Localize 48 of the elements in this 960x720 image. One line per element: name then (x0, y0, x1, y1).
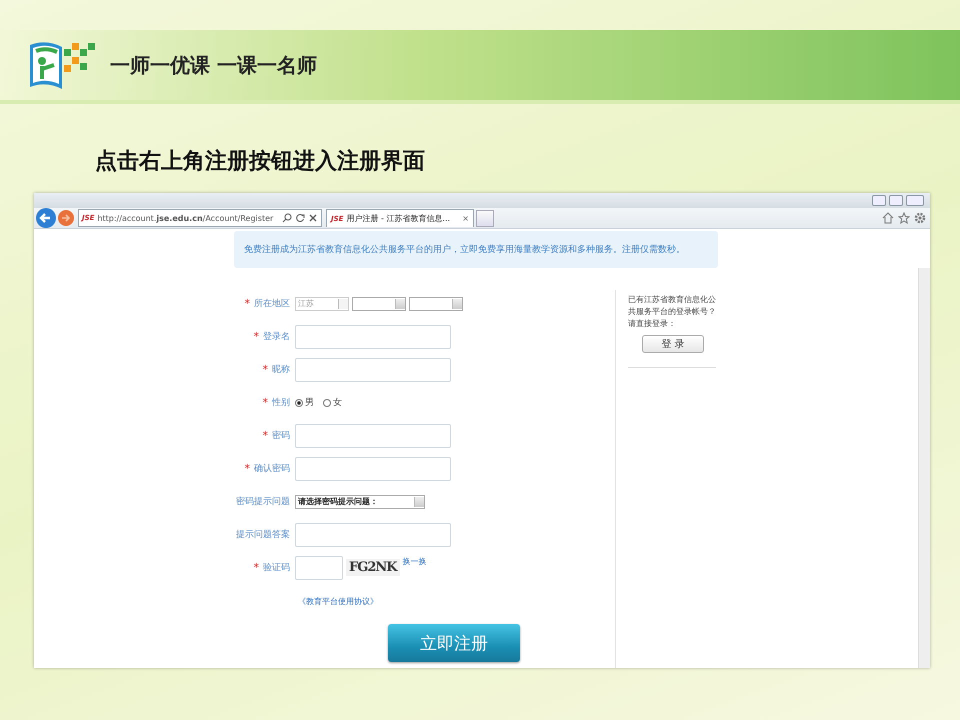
captcha-image: FG2NK (346, 559, 400, 576)
address-url: http://account.jse.edu.cn/Account/Register (97, 214, 274, 222)
agreement-link[interactable]: 《教育平台使用协议》 (298, 596, 378, 607)
home-icon[interactable] (882, 212, 894, 224)
login-prompt: 已有江苏省教育信息化公共服务平台的登录帐号？请直接登录： (628, 294, 717, 330)
new-tab-button[interactable] (476, 210, 494, 226)
required-mark: * (244, 462, 250, 475)
login-button[interactable]: 登 录 (642, 335, 704, 353)
input-field[interactable] (295, 324, 451, 348)
input-field[interactable] (295, 358, 451, 382)
field-label: 密码 (272, 430, 290, 442)
settings-icon[interactable] (914, 212, 926, 224)
required-mark: * (262, 396, 268, 409)
logo-text: 一师一优课 一课一名师 (110, 52, 317, 78)
required-mark: * (244, 297, 250, 310)
required-mark: * (262, 363, 268, 376)
reload-icon[interactable] (295, 213, 305, 223)
tab-close[interactable]: × (462, 214, 469, 223)
field-label: 昵称 (272, 364, 290, 376)
radio-option[interactable]: 女 (323, 396, 342, 409)
field-label: 密码提示问题 (236, 496, 290, 508)
required-mark: * (254, 330, 259, 343)
region-dropdown[interactable] (352, 296, 406, 310)
field-label: 所在地区 (254, 298, 290, 310)
star-icon[interactable] (898, 212, 910, 224)
forward-icon[interactable] (58, 210, 74, 226)
question-dropdown[interactable]: 请选择密码提示问题： (295, 494, 425, 508)
input-field[interactable] (295, 522, 451, 546)
field-label: 确认密码 (254, 462, 290, 475)
field-label: 验证码 (263, 562, 290, 574)
field-label: 提示问题答案 (236, 528, 290, 541)
stop-icon[interactable] (308, 213, 318, 223)
input-field[interactable] (295, 556, 343, 580)
search-icon[interactable] (282, 213, 292, 223)
radio-option[interactable]: 男 (295, 396, 314, 409)
required-mark: * (262, 429, 268, 442)
input-field[interactable] (295, 424, 451, 448)
input-field[interactable] (295, 456, 451, 480)
field-label: 性别 (272, 396, 290, 409)
refresh-link[interactable]: 换一换 (402, 556, 427, 566)
back-icon[interactable] (36, 208, 56, 228)
scrollbar[interactable] (918, 268, 930, 668)
field-label: 登录名 (263, 330, 290, 343)
slide-title: 点击右上角注册按钮进入注册界面 (95, 148, 426, 176)
tab-title: 用户注册 - 江苏省教育信息... (346, 213, 450, 224)
region-dropdown[interactable] (409, 296, 463, 310)
notice-banner: 免费注册成为江苏省教育信息化公共服务平台的用户，立即免费享用海量教学资源和多种服务。注册仅需数秒。 (234, 231, 718, 268)
required-mark: * (254, 561, 259, 574)
